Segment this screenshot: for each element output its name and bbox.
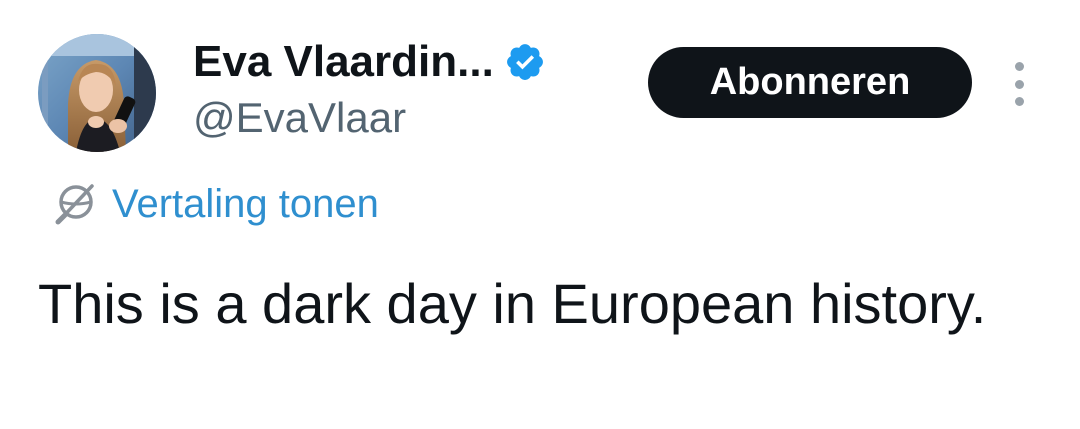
avatar-photo bbox=[38, 34, 156, 152]
more-dot bbox=[1014, 62, 1024, 71]
author-handle[interactable]: @EvaVlaar bbox=[193, 94, 406, 142]
more-options-icon[interactable] bbox=[1004, 62, 1034, 106]
tweet-text: This is a dark day in European history. bbox=[38, 272, 987, 335]
avatar[interactable] bbox=[38, 34, 156, 152]
verified-badge-icon[interactable] bbox=[504, 41, 546, 83]
translate-globe-icon bbox=[50, 180, 98, 228]
more-dot bbox=[1014, 97, 1024, 106]
translate-label: Vertaling tonen bbox=[112, 181, 379, 226]
translate-link[interactable]: Vertaling tonen bbox=[50, 180, 379, 228]
author-display-name[interactable]: Eva Vlaardin... bbox=[193, 37, 494, 87]
subscribe-button[interactable]: Abonneren bbox=[648, 47, 972, 118]
author-name-row: Eva Vlaardin... bbox=[193, 34, 546, 90]
more-dot bbox=[1014, 79, 1024, 89]
tweet-card: Eva Vlaardin... @EvaVlaar Abonneren Vert… bbox=[0, 0, 1080, 429]
